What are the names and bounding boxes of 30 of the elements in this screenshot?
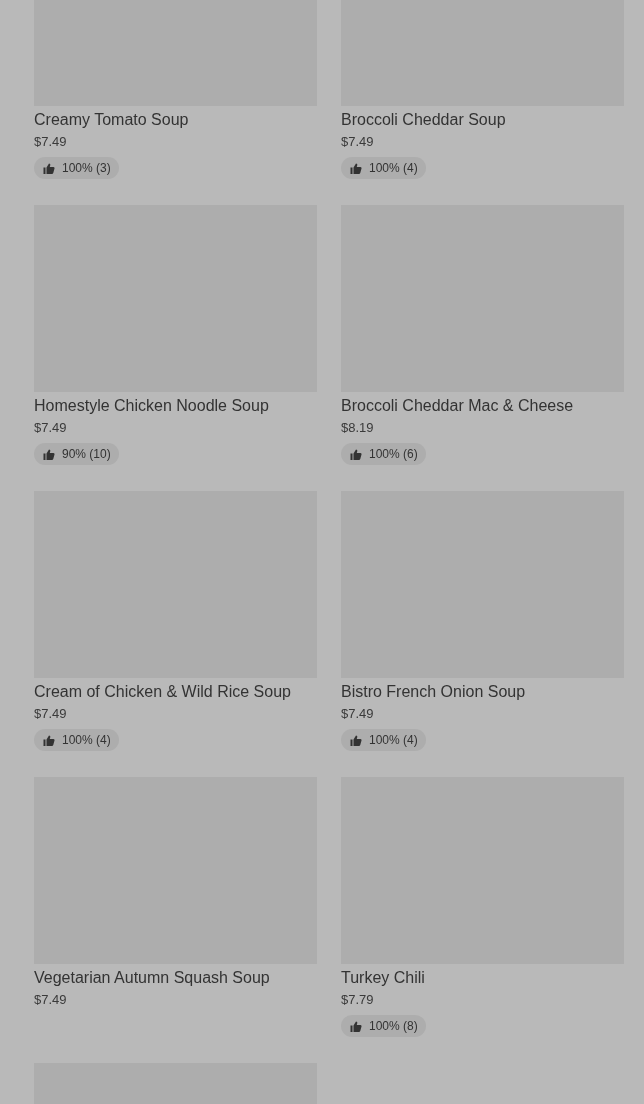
product-title[interactable]: Cream of Chicken & Wild Rice Soup xyxy=(34,683,317,701)
product-price: $8.19 xyxy=(341,420,375,435)
product-price: $7.49 xyxy=(34,706,68,721)
thumbs-up-icon xyxy=(43,162,55,174)
rating-text: 100% (3) xyxy=(62,160,111,177)
product-price: $7.49 xyxy=(341,706,375,721)
rating-text: 100% (8) xyxy=(369,1018,418,1035)
product-title[interactable]: Homestyle Chicken Noodle Soup xyxy=(34,397,317,415)
product-price: $7.49 xyxy=(34,992,68,1007)
rating-text: 100% (4) xyxy=(369,160,418,177)
rating-text: 100% (6) xyxy=(369,446,418,463)
thumbs-up-icon xyxy=(350,162,362,174)
product-title[interactable]: Turkey Chili xyxy=(341,969,624,987)
thumbs-up-icon xyxy=(350,1020,362,1032)
rating-text: 100% (4) xyxy=(369,732,418,749)
product-price: $7.79 xyxy=(341,992,375,1007)
thumbs-up-icon xyxy=(43,448,55,460)
rating-text: 90% (10) xyxy=(62,446,111,463)
thumbs-up-icon xyxy=(350,448,362,460)
thumbs-up-icon xyxy=(43,734,55,746)
product-price: $7.49 xyxy=(34,134,68,149)
rating-text: 100% (4) xyxy=(62,732,111,749)
product-title[interactable]: Vegetarian Autumn Squash Soup xyxy=(34,969,317,987)
product-price: $7.49 xyxy=(341,134,375,149)
product-title[interactable]: Bistro French Onion Soup xyxy=(341,683,624,701)
product-title[interactable]: Broccoli Cheddar Soup xyxy=(341,111,624,129)
product-price: $7.49 xyxy=(34,420,68,435)
thumbs-up-icon xyxy=(350,734,362,746)
product-title[interactable]: Creamy Tomato Soup xyxy=(34,111,317,129)
product-title[interactable]: Broccoli Cheddar Mac & Cheese xyxy=(341,397,624,415)
